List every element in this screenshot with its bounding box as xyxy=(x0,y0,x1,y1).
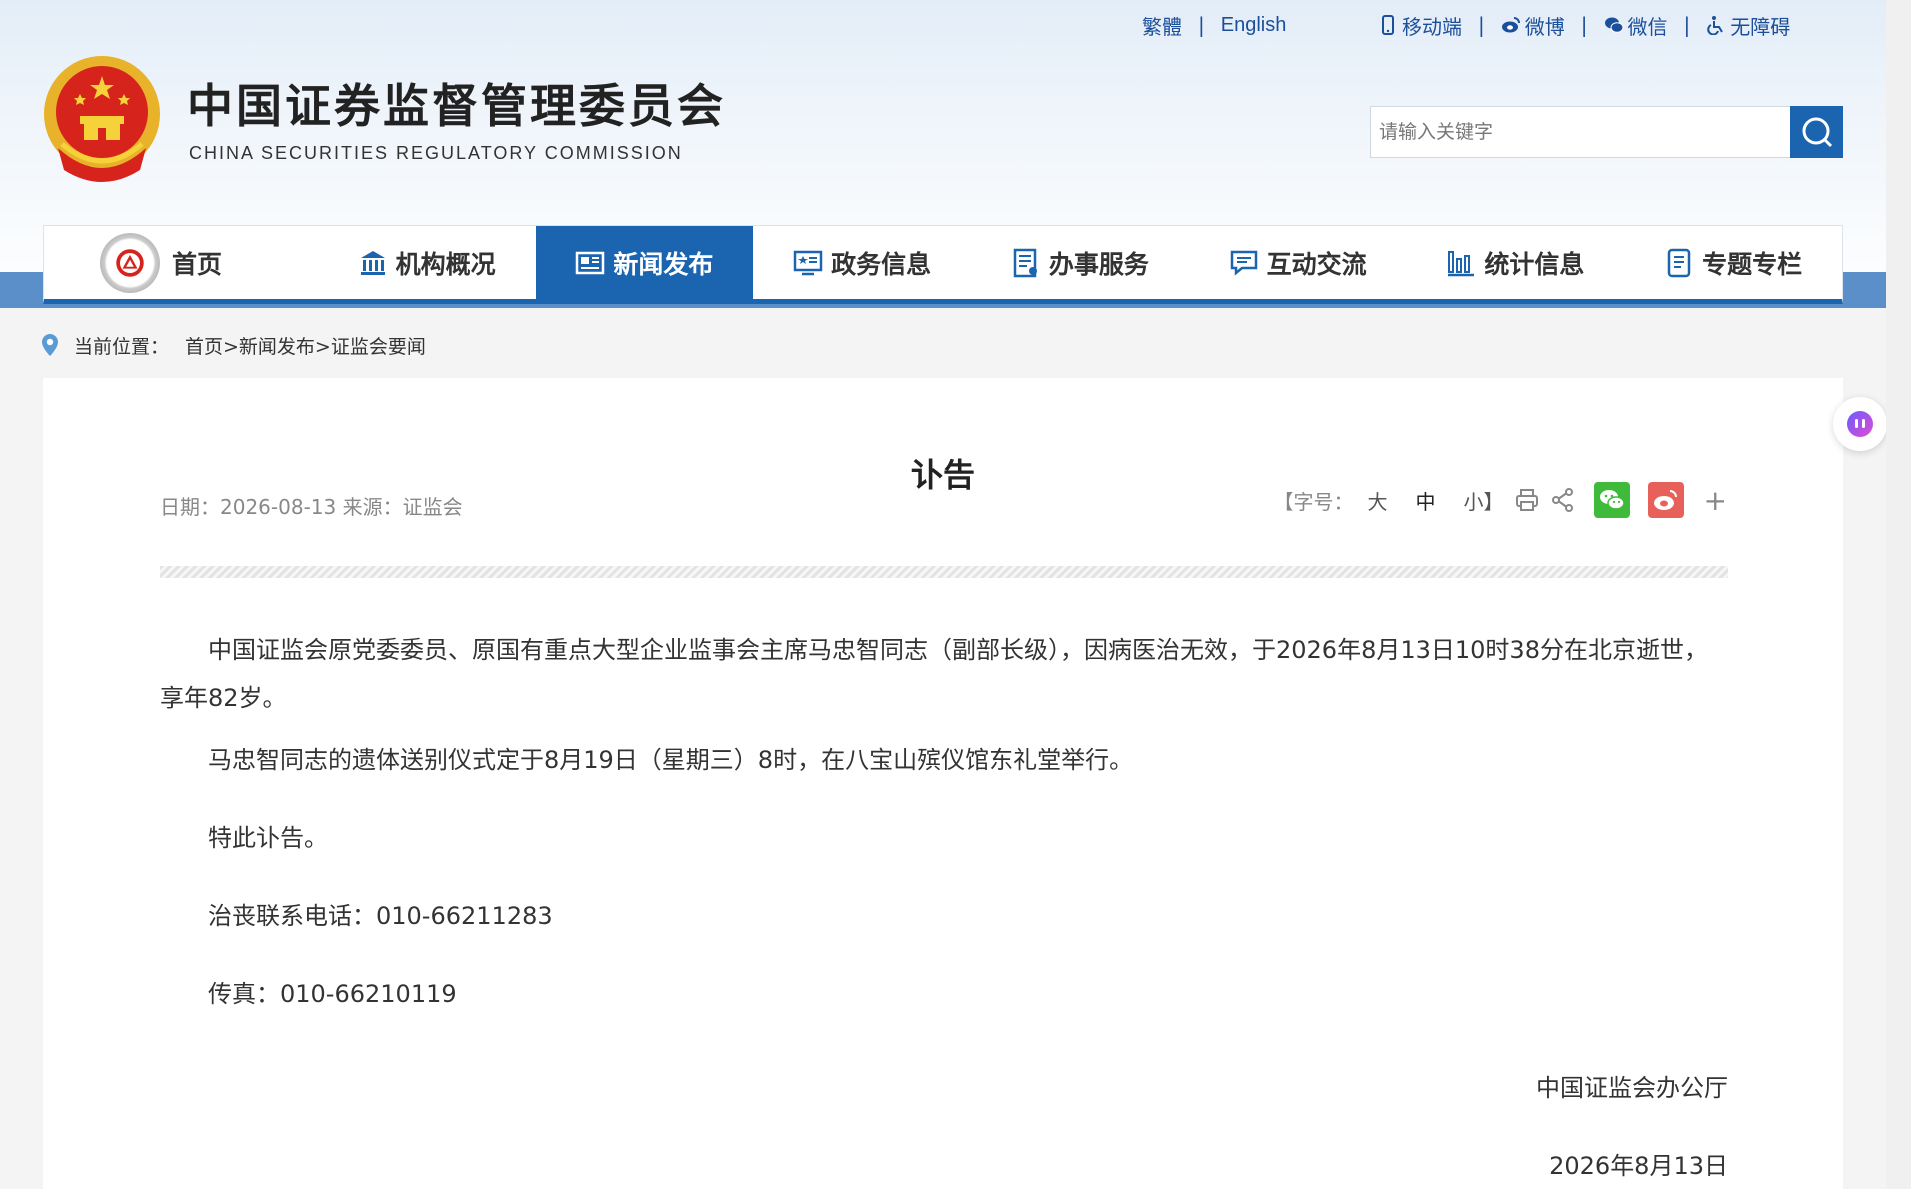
font-large-button[interactable]: 大 xyxy=(1368,486,1388,515)
breadcrumb-label: 当前位置： xyxy=(74,335,170,358)
nav-item-service[interactable]: 办事服务 xyxy=(971,226,1189,299)
traditional-chinese-link[interactable]: 繁體 xyxy=(1142,11,1182,40)
main-nav: 首页 机构概况 新闻发布 政务信息 办事服务 互动交流 统计信息 专题专栏 xyxy=(43,225,1843,304)
social-links: 移动端 | 微博 | 微信 | 无障碍 xyxy=(1378,10,1790,40)
wechat-icon xyxy=(1599,490,1625,510)
separator: | xyxy=(1683,13,1691,37)
stats-icon xyxy=(1448,250,1475,276)
search-button[interactable] xyxy=(1790,106,1843,158)
separator: | xyxy=(1478,13,1485,37)
accessibility-link[interactable]: 无障碍 xyxy=(1706,11,1790,40)
print-button[interactable] xyxy=(1514,487,1540,513)
nav-item-news[interactable]: 新闻发布 xyxy=(535,226,754,299)
news-icon xyxy=(576,251,605,274)
article-paragraph: 中国证监会原党委委员、原国有重点大型企业监事会主席马忠智同志（副部长级），因病医… xyxy=(160,636,1708,712)
font-size-label: 【字号： xyxy=(1273,489,1354,514)
article-panel: 讣告 日期：2026-08-13 来源：证监会 【字号： 大 中 小】 + 中国… xyxy=(43,378,1843,1189)
scrollbar[interactable] xyxy=(1886,0,1911,1189)
nav-item-label: 办事服务 xyxy=(1048,249,1149,279)
nav-item-home[interactable]: 首页 xyxy=(44,226,318,299)
search-box xyxy=(1370,106,1843,158)
language-links: 繁體 | English xyxy=(1142,10,1286,40)
nav-item-label: 新闻发布 xyxy=(613,249,714,279)
site-title: 中国证券监督管理委员会 xyxy=(187,79,726,133)
weibo-icon xyxy=(1653,490,1677,510)
nav-item-label: 机构概况 xyxy=(395,249,496,279)
national-emblem-logo[interactable] xyxy=(40,52,164,184)
signature: 中国证监会办公厅 xyxy=(1536,1074,1728,1102)
separator: | xyxy=(1198,13,1205,37)
nav-item-gov-info[interactable]: 政务信息 xyxy=(753,226,971,299)
accessibility-icon xyxy=(1707,16,1724,35)
title-divider xyxy=(160,566,1728,578)
csrc-logo-icon xyxy=(100,232,160,293)
breadcrumb-path[interactable]: 首页>新闻发布>证监会要闻 xyxy=(185,332,426,359)
topic-icon xyxy=(1667,248,1691,277)
mobile-label: 移动端 xyxy=(1402,14,1462,39)
nav-item-interaction[interactable]: 互动交流 xyxy=(1189,226,1407,299)
article-tools: 【字号： 大 中 小】 + xyxy=(1274,482,1727,518)
breadcrumb: 当前位置： 首页>新闻发布>证监会要闻 xyxy=(40,328,426,362)
nav-item-topics[interactable]: 专题专栏 xyxy=(1624,226,1842,299)
accessibility-label: 无障碍 xyxy=(1730,14,1791,39)
print-icon xyxy=(1515,489,1538,511)
wechat-label: 微信 xyxy=(1627,14,1668,39)
font-small-button[interactable]: 小】 xyxy=(1464,486,1504,515)
service-icon xyxy=(1013,248,1037,277)
share-icon xyxy=(1551,488,1573,512)
nav-item-institution[interactable]: 机构概况 xyxy=(318,226,536,299)
font-medium-button[interactable]: 中 xyxy=(1416,486,1436,515)
wechat-icon xyxy=(1604,17,1623,33)
article-body: 中国证监会原党委委员、原国有重点大型企业监事会主席马忠智同志（副部长级），因病医… xyxy=(160,626,1728,1048)
nav-item-statistics[interactable]: 统计信息 xyxy=(1407,226,1625,299)
weibo-icon xyxy=(1501,17,1520,33)
assistant-icon xyxy=(1847,411,1873,437)
chat-icon xyxy=(1230,250,1257,276)
weibo-link[interactable]: 微博 xyxy=(1501,11,1565,40)
article-paragraph: 治丧联系电话：010-66211283 xyxy=(208,902,553,930)
nav-item-label: 首页 xyxy=(172,249,223,279)
share-wechat-button[interactable] xyxy=(1593,482,1630,518)
search-icon xyxy=(1802,117,1832,148)
assistant-button[interactable] xyxy=(1833,397,1887,451)
mobile-icon xyxy=(1382,15,1394,35)
gov-info-icon xyxy=(793,250,823,275)
institution-icon xyxy=(360,250,385,275)
nav-item-label: 统计信息 xyxy=(1484,249,1585,279)
article-paragraph: 马忠智同志的遗体送别仪式定于8月19日（星期三）8时，在八宝山殡仪馆东礼堂举行。 xyxy=(208,746,1134,774)
separator: | xyxy=(1580,13,1588,37)
nav-item-label: 互动交流 xyxy=(1266,249,1367,279)
location-pin-icon xyxy=(42,334,58,356)
more-share-button[interactable]: + xyxy=(1704,484,1727,517)
nav-item-label: 专题专栏 xyxy=(1702,249,1803,279)
share-button[interactable] xyxy=(1550,487,1576,513)
nav-item-label: 政务信息 xyxy=(831,249,932,279)
sign-date: 2026年8月13日 xyxy=(1549,1152,1728,1180)
share-weibo-button[interactable] xyxy=(1647,482,1684,518)
wechat-link[interactable]: 微信 xyxy=(1604,11,1668,40)
site-subtitle: CHINA SECURITIES REGULATORY COMMISSION xyxy=(189,143,683,163)
search-input[interactable] xyxy=(1371,107,1791,157)
mobile-link[interactable]: 移动端 xyxy=(1378,11,1462,40)
weibo-label: 微博 xyxy=(1524,14,1565,39)
english-link[interactable]: English xyxy=(1221,14,1287,37)
article-paragraph: 传真：010-66210119 xyxy=(208,980,457,1008)
article-meta: 日期：2026-08-13 来源：证监会 xyxy=(160,495,463,519)
article-paragraph: 特此讣告。 xyxy=(208,824,328,852)
